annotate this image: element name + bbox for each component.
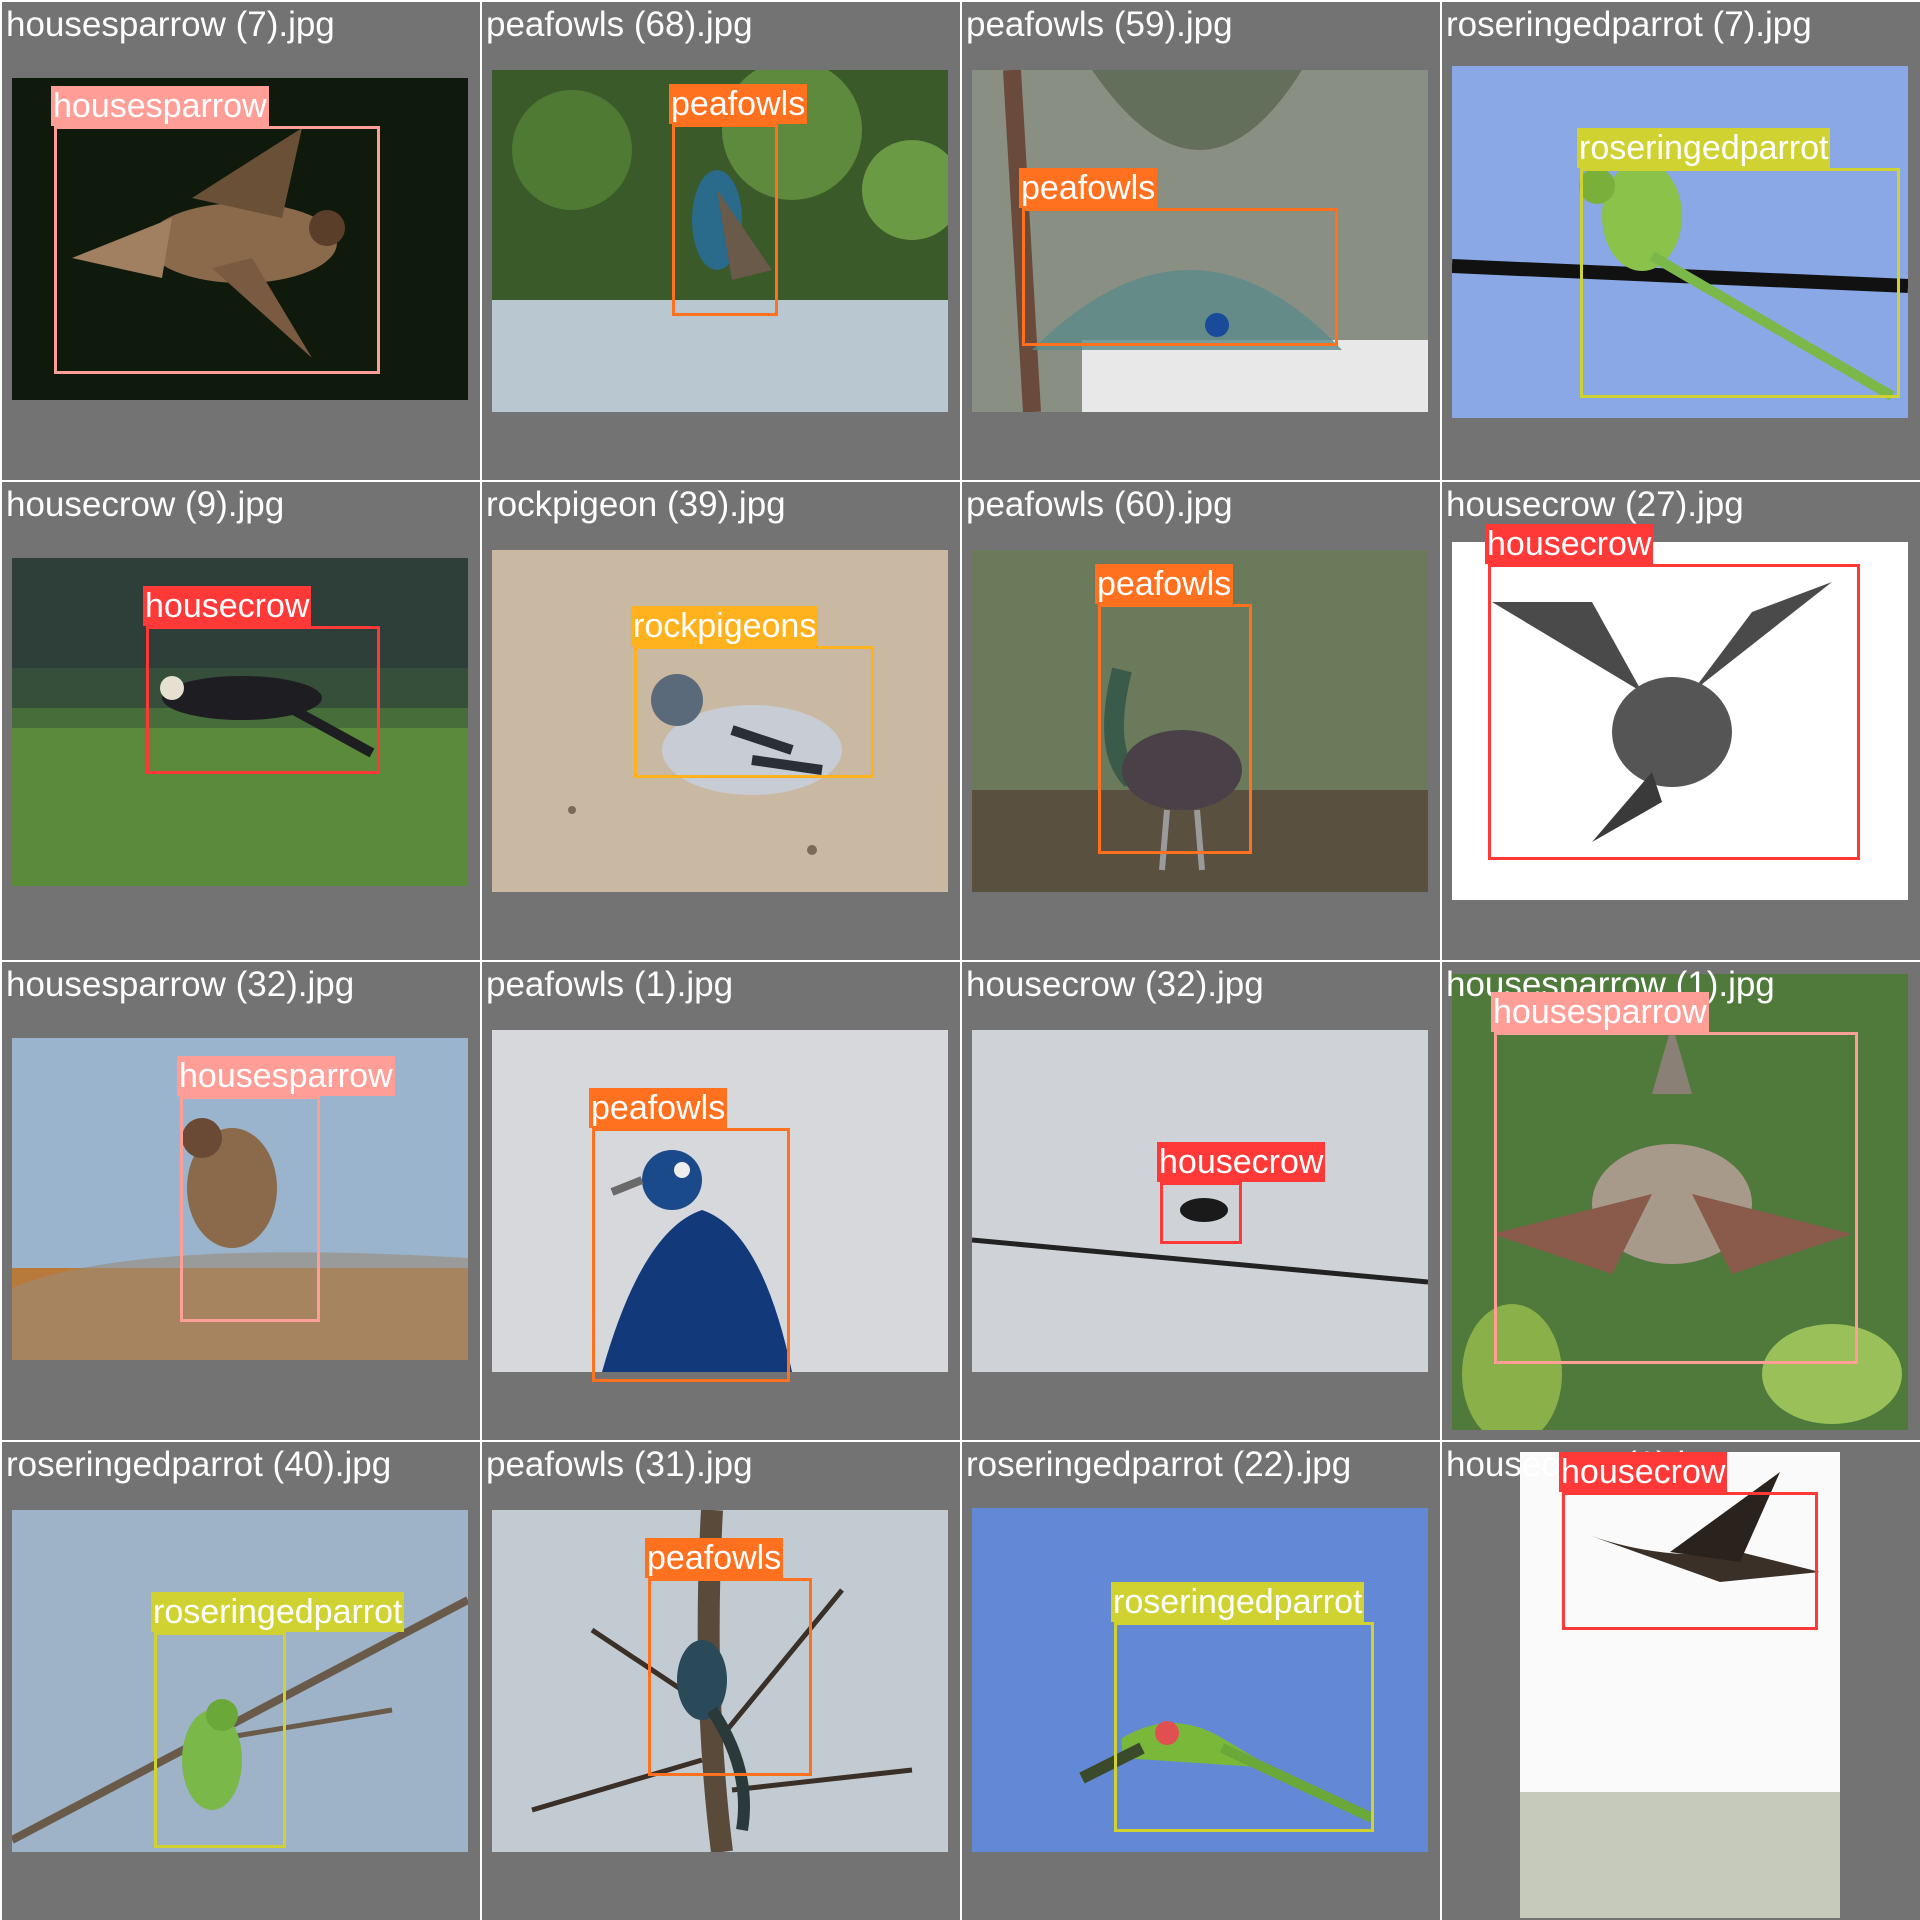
box-label-housesparrow: housesparrow (1491, 992, 1709, 1032)
bounding-box-peafowls (648, 1578, 812, 1776)
bounding-box-housecrow (1562, 1492, 1818, 1630)
tile-filename: roseringedparrot (22).jpg (966, 1445, 1352, 1484)
box-label-roseringedparrot: roseringedparrot (1577, 128, 1831, 168)
tile-13[interactable]: roseringedparrot (40).jpg roseringedparro… (2, 1442, 480, 1920)
box-label-peafowls: peafowls (645, 1538, 784, 1578)
tile-14[interactable]: peafowls (31).jpg peafowls (482, 1442, 960, 1920)
bounding-box-peafowls (672, 124, 778, 316)
bounding-box-rockpigeons (634, 646, 874, 778)
tile-filename: peafowls (60).jpg (966, 485, 1233, 524)
tile-15[interactable]: roseringedparrot (22).jpg roseringedparro… (962, 1442, 1440, 1920)
box-label-peafowls: peafowls (669, 84, 808, 124)
tile-3[interactable]: peafowls (59).jpg peafowls (962, 2, 1440, 480)
tile-1[interactable]: housesparrow (7).jpg housesparrow (2, 2, 480, 480)
tile-filename: roseringedparrot (7).jpg (1446, 5, 1812, 44)
bounding-box-housesparrow (54, 126, 380, 374)
tile-filename: housecrow (27).jpg (1446, 485, 1744, 524)
tile-5[interactable]: housecrow (9).jpg housecrow (2, 482, 480, 960)
box-label-roseringedparrot: roseringedparrot (1111, 1582, 1365, 1622)
tile-4[interactable]: roseringedparrot (7).jpg roseringedparrot (1442, 2, 1920, 480)
tile-filename: housecrow (32).jpg (966, 965, 1264, 1004)
tile-filename: peafowls (68).jpg (486, 5, 753, 44)
detection-grid: housesparrow (7).jpg housesparrow peafowl… (0, 0, 1920, 1920)
bounding-box-roseringedparrot (1580, 168, 1900, 398)
box-label-housecrow: housecrow (1157, 1142, 1326, 1182)
tile-filename: rockpigeon (39).jpg (486, 485, 786, 524)
box-label-housecrow: housecrow (1559, 1452, 1728, 1492)
tile-9[interactable]: housesparrow (32).jpg housesparrow (2, 962, 480, 1440)
bounding-box-housesparrow (180, 1096, 320, 1322)
box-label-housesparrow: housesparrow (177, 1056, 395, 1096)
tile-filename: peafowls (59).jpg (966, 5, 1233, 44)
tile-filename: housesparrow (7).jpg (6, 5, 335, 44)
tile-6[interactable]: rockpigeon (39).jpg rockpigeons (482, 482, 960, 960)
tile-filename: peafowls (1).jpg (486, 965, 734, 1004)
tile-2[interactable]: peafowls (68).jpg peafowls (482, 2, 960, 480)
tile-filename: housesparrow (32).jpg (6, 965, 355, 1004)
box-label-housesparrow: housesparrow (51, 86, 269, 126)
bounding-box-roseringedparrot (154, 1632, 286, 1848)
tile-filename: peafowls (31).jpg (486, 1445, 753, 1484)
tile-filename: housecrow (9).jpg (6, 485, 285, 524)
tile-filename: roseringedparrot (40).jpg (6, 1445, 392, 1484)
bounding-box-peafowls (1022, 208, 1338, 346)
bounding-box-housesparrow (1494, 1032, 1858, 1364)
box-label-housecrow: housecrow (1485, 524, 1654, 564)
bounding-box-housecrow (1488, 564, 1860, 860)
bounding-box-housecrow (1160, 1182, 1242, 1244)
bounding-box-roseringedparrot (1114, 1622, 1374, 1832)
tile-11[interactable]: housecrow (32).jpg housecrow (962, 962, 1440, 1440)
tile-7[interactable]: peafowls (60).jpg peafowls (962, 482, 1440, 960)
tile-16[interactable]: housecrow (1).jpghousecrow (1442, 1442, 1920, 1920)
box-label-rockpigeons: rockpigeons (631, 606, 819, 646)
box-label-peafowls: peafowls (1019, 168, 1158, 208)
tile-8[interactable]: housecrow (27).jpg housecrow (1442, 482, 1920, 960)
tile-12[interactable]: housesparrow (1).jpg housesparrow (1442, 962, 1920, 1440)
tile-10[interactable]: peafowls (1).jpg peafowls (482, 962, 960, 1440)
box-label-housecrow: housecrow (143, 586, 312, 626)
box-label-peafowls: peafowls (1095, 564, 1234, 604)
box-label-peafowls: peafowls (589, 1088, 728, 1128)
bounding-box-housecrow (146, 626, 380, 774)
box-label-roseringedparrot: roseringedparrot (151, 1592, 405, 1632)
bounding-box-peafowls (1098, 604, 1252, 854)
bounding-box-peafowls (592, 1128, 790, 1382)
